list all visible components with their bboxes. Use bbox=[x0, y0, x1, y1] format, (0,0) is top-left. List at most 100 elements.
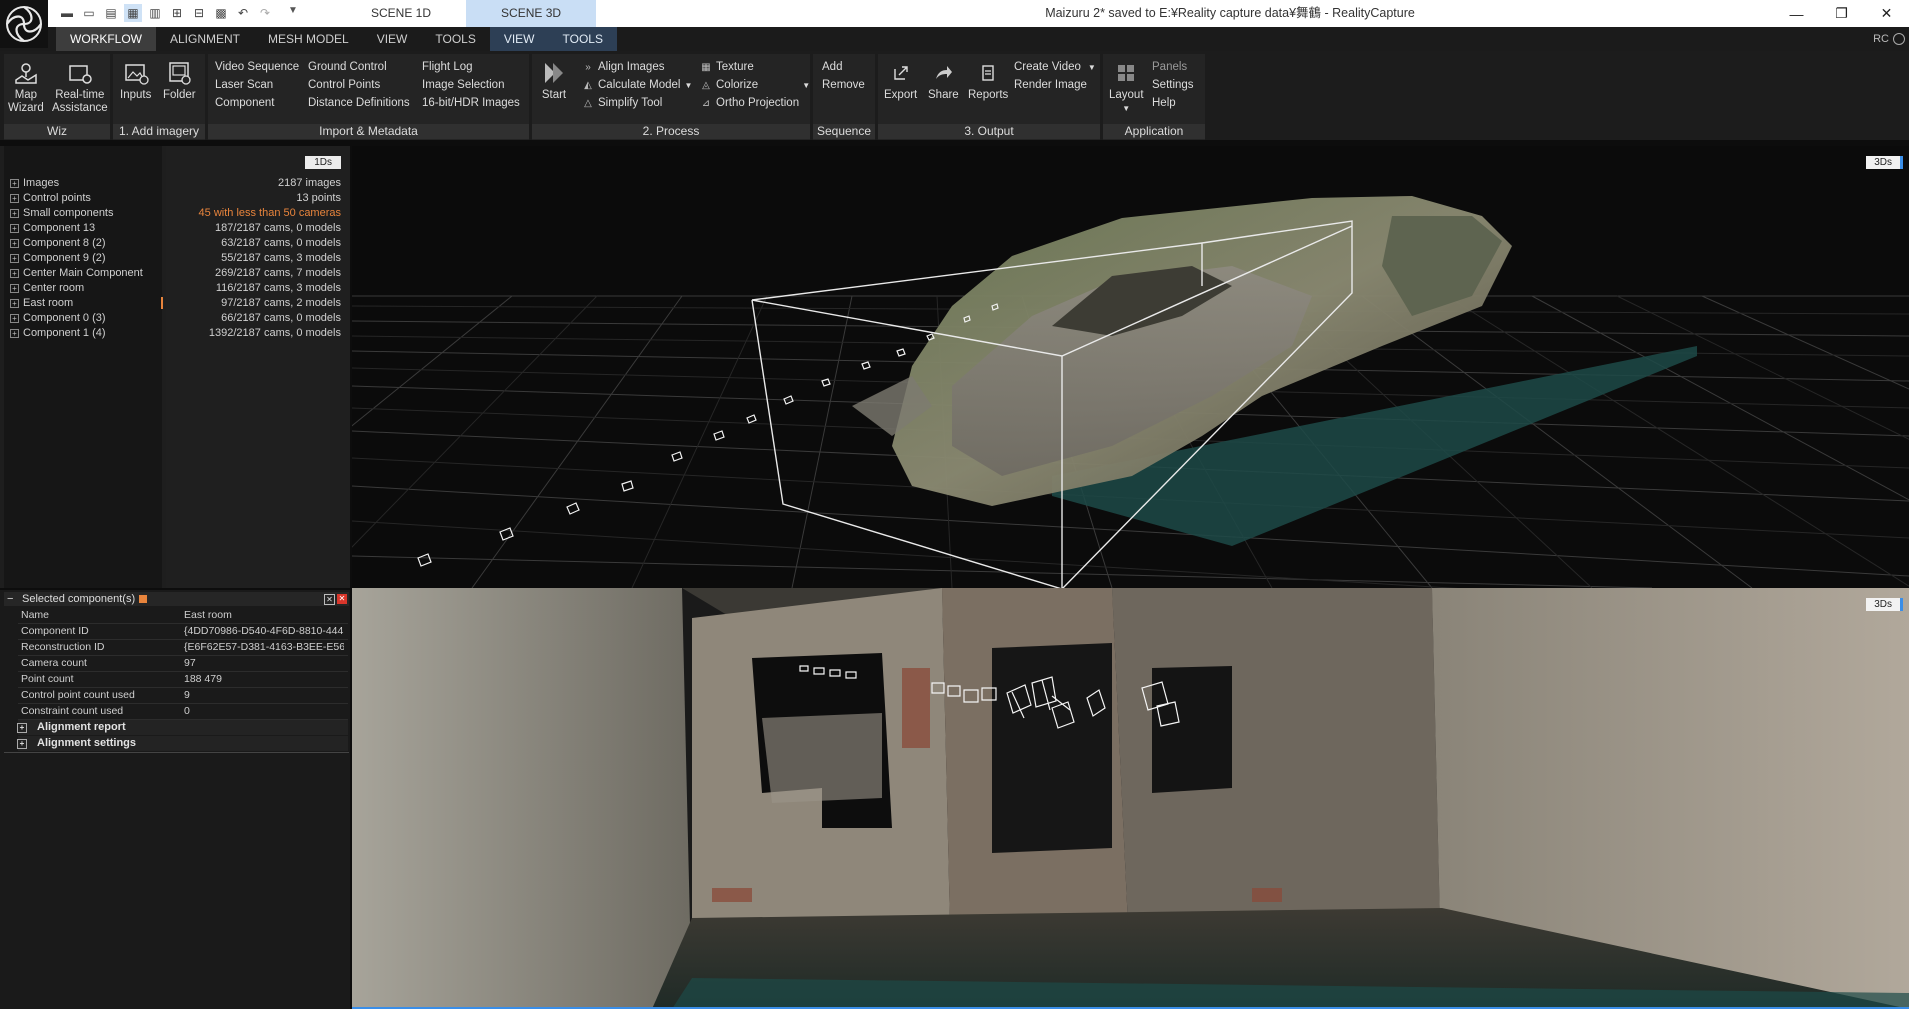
component-button[interactable]: Component bbox=[215, 96, 274, 111]
layout-2-icon[interactable]: ▭ bbox=[80, 4, 98, 22]
app-logo-icon[interactable] bbox=[0, 0, 48, 48]
menu-mesh-model[interactable]: MESH MODEL bbox=[254, 27, 363, 51]
layout-3-icon[interactable]: ▤ bbox=[102, 4, 120, 22]
close-panel-icon[interactable]: ✕ bbox=[337, 594, 347, 604]
menu-scene-tools[interactable]: TOOLS bbox=[548, 27, 617, 51]
layout-dropdown-icon[interactable]: ▼ bbox=[1122, 102, 1130, 115]
start-button[interactable]: Start bbox=[541, 60, 567, 102]
image-selection-button[interactable]: Image Selection bbox=[422, 78, 504, 93]
expand-icon[interactable]: + bbox=[10, 269, 19, 278]
tab-scene-1d[interactable]: SCENE 1D bbox=[336, 0, 466, 27]
expand-icon[interactable]: + bbox=[10, 239, 19, 248]
expand-icon[interactable]: + bbox=[17, 723, 27, 733]
menu-bar: WORKFLOW ALIGNMENT MESH MODEL VIEW TOOLS… bbox=[0, 27, 1909, 51]
menu-scene-view[interactable]: VIEW bbox=[489, 27, 549, 51]
tree-item-images[interactable]: + Images bbox=[10, 176, 59, 191]
viewport-3d-top[interactable]: 3Ds bbox=[352, 146, 1909, 588]
create-video-button[interactable]: Create Video ▼ bbox=[1014, 60, 1096, 75]
menu-tools[interactable]: TOOLS bbox=[421, 27, 489, 51]
calculate-model-button[interactable]: ◭ Calculate Model ▼ bbox=[582, 78, 692, 93]
quick-access-toolbar: ▬ ▭ ▤ ▦ ▥ ⊞ ⊟ ▩ ↶ ↷ bbox=[58, 4, 274, 23]
restore-icon[interactable]: ❐ bbox=[1819, 0, 1864, 27]
expand-icon[interactable]: + bbox=[10, 314, 19, 323]
layout-5-icon[interactable]: ▥ bbox=[146, 4, 164, 22]
texture-button[interactable]: ▦ Texture bbox=[700, 60, 753, 75]
menu-alignment[interactable]: ALIGNMENT bbox=[156, 27, 254, 51]
redo-icon[interactable]: ↷ bbox=[256, 4, 274, 22]
menu-workflow[interactable]: WORKFLOW bbox=[56, 27, 156, 51]
map-wizard-button[interactable]: Map Wizard bbox=[8, 60, 44, 115]
tree-item-component-8[interactable]: + Component 8 (2) bbox=[10, 236, 106, 251]
video-sequence-button[interactable]: Video Sequence bbox=[215, 60, 299, 75]
layout-8-icon[interactable]: ▩ bbox=[212, 4, 230, 22]
layout-button[interactable]: Layout ▼ bbox=[1109, 60, 1144, 115]
pin-icon[interactable]: ✕ bbox=[324, 594, 335, 605]
tree-item-control-points[interactable]: + Control points bbox=[10, 191, 91, 206]
filter-icon[interactable] bbox=[139, 595, 147, 603]
layout-icon bbox=[1113, 60, 1139, 86]
layout-6-icon[interactable]: ⊞ bbox=[168, 4, 186, 22]
tree-item-component-0[interactable]: + Component 0 (3) bbox=[10, 311, 106, 326]
share-button[interactable]: Share bbox=[928, 60, 959, 102]
simplify-tool-button[interactable]: △ Simplify Tool bbox=[582, 96, 662, 111]
close-icon[interactable]: ✕ bbox=[1864, 0, 1909, 27]
expand-icon[interactable]: + bbox=[10, 329, 19, 338]
tree-item-center-main-component[interactable]: + Center Main Component bbox=[10, 266, 143, 281]
expand-icon[interactable]: + bbox=[10, 209, 19, 218]
expand-icon[interactable]: + bbox=[10, 254, 19, 263]
create-video-dropdown-icon[interactable]: ▼ bbox=[1088, 60, 1096, 75]
tree-item-east-room[interactable]: + East room bbox=[10, 296, 73, 311]
laser-scan-button[interactable]: Laser Scan bbox=[215, 78, 273, 93]
expand-icon[interactable]: + bbox=[17, 739, 27, 749]
layout-4-icon[interactable]: ▦ bbox=[124, 4, 142, 22]
expand-icon[interactable]: + bbox=[10, 284, 19, 293]
inputs-button[interactable]: Inputs bbox=[120, 60, 151, 102]
ribbon-group-import-metadata: Video Sequence Laser Scan Component Grou… bbox=[208, 54, 529, 140]
expand-icon[interactable]: + bbox=[10, 224, 19, 233]
add-button[interactable]: Add bbox=[822, 60, 842, 75]
hdr-images-button[interactable]: 16-bit/HDR Images bbox=[422, 96, 520, 111]
customize-toolbar-icon[interactable]: ▼ bbox=[288, 5, 298, 16]
layout-7-icon[interactable]: ⊟ bbox=[190, 4, 208, 22]
expand-icon[interactable]: + bbox=[10, 194, 19, 203]
realtime-assistance-button[interactable]: Real-time Assistance bbox=[52, 60, 108, 115]
tree-item-component-1[interactable]: + Component 1 (4) bbox=[10, 326, 106, 341]
control-points-button[interactable]: Control Points bbox=[308, 78, 380, 93]
align-images-button[interactable]: » Align Images bbox=[582, 60, 664, 75]
settings-button[interactable]: Settings bbox=[1152, 78, 1194, 93]
reports-button[interactable]: Reports bbox=[968, 60, 1008, 102]
distance-definitions-button[interactable]: Distance Definitions bbox=[308, 96, 410, 111]
ortho-projection-button[interactable]: ⊿ Ortho Projection bbox=[700, 96, 799, 111]
render-image-button[interactable]: Render Image bbox=[1014, 78, 1087, 93]
menu-view[interactable]: VIEW bbox=[363, 27, 422, 51]
section-alignment-settings[interactable]: + Alignment settings bbox=[17, 736, 348, 751]
collapse-icon[interactable]: − bbox=[7, 592, 13, 606]
ground-control-button[interactable]: Ground Control bbox=[308, 60, 387, 75]
minimize-icon[interactable]: — bbox=[1774, 0, 1819, 27]
flight-log-button[interactable]: Flight Log bbox=[422, 60, 473, 75]
panel-tag-1ds[interactable]: 1Ds bbox=[305, 156, 341, 169]
expand-icon[interactable]: + bbox=[10, 179, 19, 188]
folder-button[interactable]: Folder bbox=[163, 60, 196, 102]
colorize-button[interactable]: ◬ Colorize ▼ bbox=[700, 78, 810, 93]
layout-1-icon[interactable]: ▬ bbox=[58, 4, 76, 22]
tree-item-small-components[interactable]: + Small components bbox=[10, 206, 114, 221]
colorize-dropdown-icon[interactable]: ▼ bbox=[802, 78, 810, 93]
expand-icon[interactable]: + bbox=[10, 299, 19, 308]
section-alignment-report[interactable]: + Alignment report bbox=[17, 720, 348, 735]
help-icon[interactable] bbox=[1893, 33, 1905, 45]
help-button[interactable]: Help bbox=[1152, 96, 1176, 111]
reports-icon bbox=[975, 60, 1001, 86]
calculate-model-dropdown-icon[interactable]: ▼ bbox=[684, 78, 692, 93]
undo-icon[interactable]: ↶ bbox=[234, 4, 252, 22]
tree-item-component-13[interactable]: + Component 13 bbox=[10, 221, 95, 236]
export-button[interactable]: Export bbox=[884, 60, 917, 102]
viewport-tag-top[interactable]: 3Ds bbox=[1866, 156, 1903, 169]
tab-scene-3d[interactable]: SCENE 3D bbox=[466, 0, 597, 27]
tree-item-component-9[interactable]: + Component 9 (2) bbox=[10, 251, 106, 266]
remove-button[interactable]: Remove bbox=[822, 78, 865, 93]
viewport-3d-bottom[interactable]: 3Ds bbox=[352, 588, 1909, 1009]
viewport-tag-bottom[interactable]: 3Ds bbox=[1866, 598, 1903, 611]
tree-item-center-room[interactable]: + Center room bbox=[10, 281, 84, 296]
panels-button[interactable]: Panels bbox=[1152, 60, 1187, 75]
